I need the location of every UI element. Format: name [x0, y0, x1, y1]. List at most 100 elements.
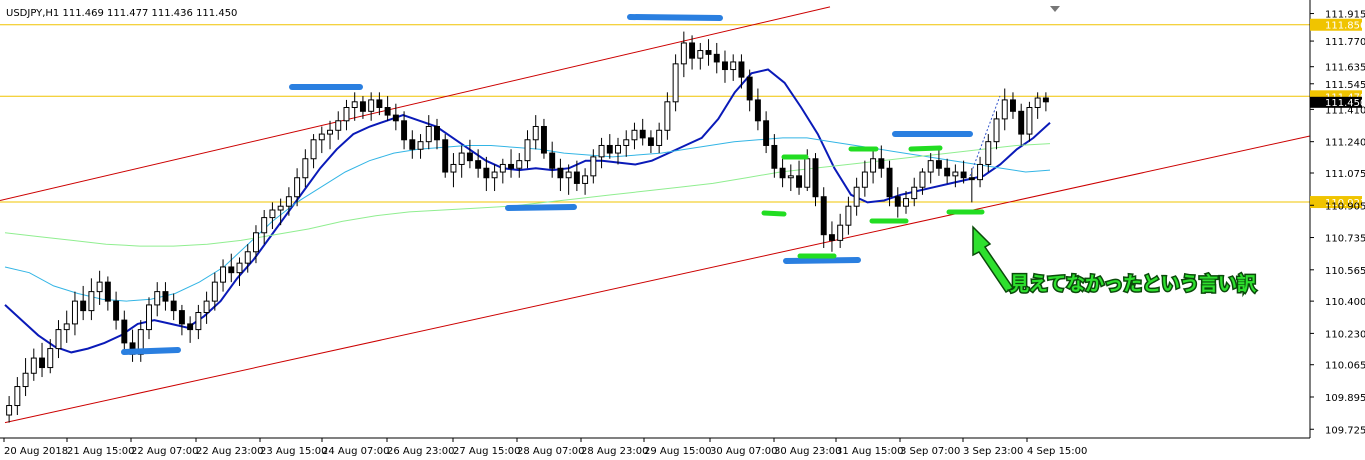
candle-body [837, 224, 844, 241]
y-tick-label: 111.545 [1325, 80, 1365, 91]
candle-body [261, 217, 268, 234]
candle-body [960, 171, 967, 179]
x-tick-label: 27 Aug 15:00 [453, 446, 520, 457]
candle-body [968, 177, 975, 181]
annotation-text: 見えてなかったという言い訳 [1010, 272, 1257, 295]
candle-body [63, 323, 70, 331]
y-tick-label: 109.725 [1325, 425, 1365, 436]
candle-body [508, 163, 515, 169]
candle-body [927, 160, 934, 173]
candle-body [590, 156, 597, 177]
candle-body [178, 310, 185, 325]
candle-body [705, 50, 712, 55]
candle-body [236, 262, 243, 274]
candle-body [656, 129, 663, 146]
candle-body [878, 158, 885, 169]
candle-body [409, 139, 416, 150]
candle-body [647, 137, 654, 146]
candle-body [351, 101, 358, 109]
candle-body [664, 101, 671, 131]
candle-body [935, 160, 942, 169]
x-tick-label: 20 Aug 2018 [4, 446, 68, 457]
candle-body [483, 167, 490, 179]
candle-body [88, 291, 95, 312]
candle-body [861, 171, 868, 188]
candle-body [853, 186, 860, 207]
candle-body [327, 129, 333, 135]
candle-body [631, 129, 638, 141]
x-tick-label: 4 Sep 15:00 [1027, 446, 1087, 457]
candle-body [1001, 99, 1008, 120]
candle-body [894, 196, 901, 207]
candle-body [146, 304, 152, 331]
candle-body [1018, 110, 1025, 135]
x-tick-label: 31 Aug 15:00 [836, 446, 903, 457]
candle-body [1042, 97, 1049, 103]
candle-body [203, 300, 210, 314]
candle-body [252, 232, 259, 253]
chart-title: USDJPY,H1 111.469 111.477 111.436 111.45… [6, 8, 237, 19]
candle-body [450, 163, 457, 173]
candle-body [516, 160, 523, 169]
y-tick-label: 111.635 [1325, 63, 1365, 74]
candle-body [384, 107, 391, 116]
price-chart[interactable]: 111.856111.479110.922111.450111.915111.7… [0, 0, 1365, 460]
candle-body [977, 163, 984, 181]
candle-body [615, 144, 621, 154]
x-tick-label: 22 Aug 07:00 [131, 446, 198, 457]
candle-body [499, 163, 506, 173]
candle-body [582, 175, 589, 184]
candle-body [244, 251, 251, 264]
candle-body [697, 50, 704, 59]
candle-body [787, 175, 794, 179]
candle-body [557, 167, 564, 179]
blue-level-mark [783, 257, 861, 264]
candle-body [401, 120, 408, 141]
green-level-mark [908, 145, 943, 152]
candle-body [804, 158, 811, 188]
y-tick-label: 110.230 [1325, 329, 1365, 340]
candle-body [796, 175, 803, 188]
candle-body [318, 133, 325, 141]
candle-body [359, 101, 366, 112]
y-tick-label: 110.735 [1325, 234, 1365, 245]
candle-body [162, 291, 169, 302]
candle-body [722, 61, 728, 71]
candle-body [1010, 99, 1016, 112]
candle-body [96, 281, 103, 293]
candle-body [71, 300, 78, 325]
candle-body [310, 139, 317, 160]
candle-body [746, 76, 753, 101]
candle-body [302, 158, 309, 179]
candle-body [540, 125, 547, 154]
candle-body [771, 144, 778, 169]
blue-level-mark [121, 347, 181, 355]
candle-body [738, 61, 745, 78]
y-tick-label: 110.565 [1325, 266, 1365, 277]
candle-body [944, 167, 951, 177]
candle-body [828, 234, 835, 241]
candle-body [170, 300, 177, 312]
candle-body [623, 139, 630, 146]
candle-body [573, 171, 580, 184]
candle-body [294, 177, 301, 198]
candle-body [911, 186, 918, 200]
x-tick-label: 21 Aug 15:00 [67, 446, 134, 457]
candle-body [220, 266, 227, 283]
candle-body [870, 158, 877, 173]
candle-body [6, 405, 13, 416]
blue-level-mark [627, 14, 723, 21]
candle-body [524, 139, 531, 162]
candle-body [532, 125, 539, 141]
y-tick-label: 111.915 [1325, 10, 1365, 21]
x-tick-label: 29 Aug 15:00 [644, 446, 711, 457]
candle-body [277, 205, 284, 211]
candle-body [458, 152, 465, 165]
candle-body [417, 141, 424, 150]
candle-body [689, 42, 696, 59]
candle-body [952, 171, 959, 177]
blue-level-mark [505, 204, 577, 211]
chart-background [0, 0, 1365, 460]
candle-body [211, 281, 218, 302]
candle-body [475, 160, 482, 169]
